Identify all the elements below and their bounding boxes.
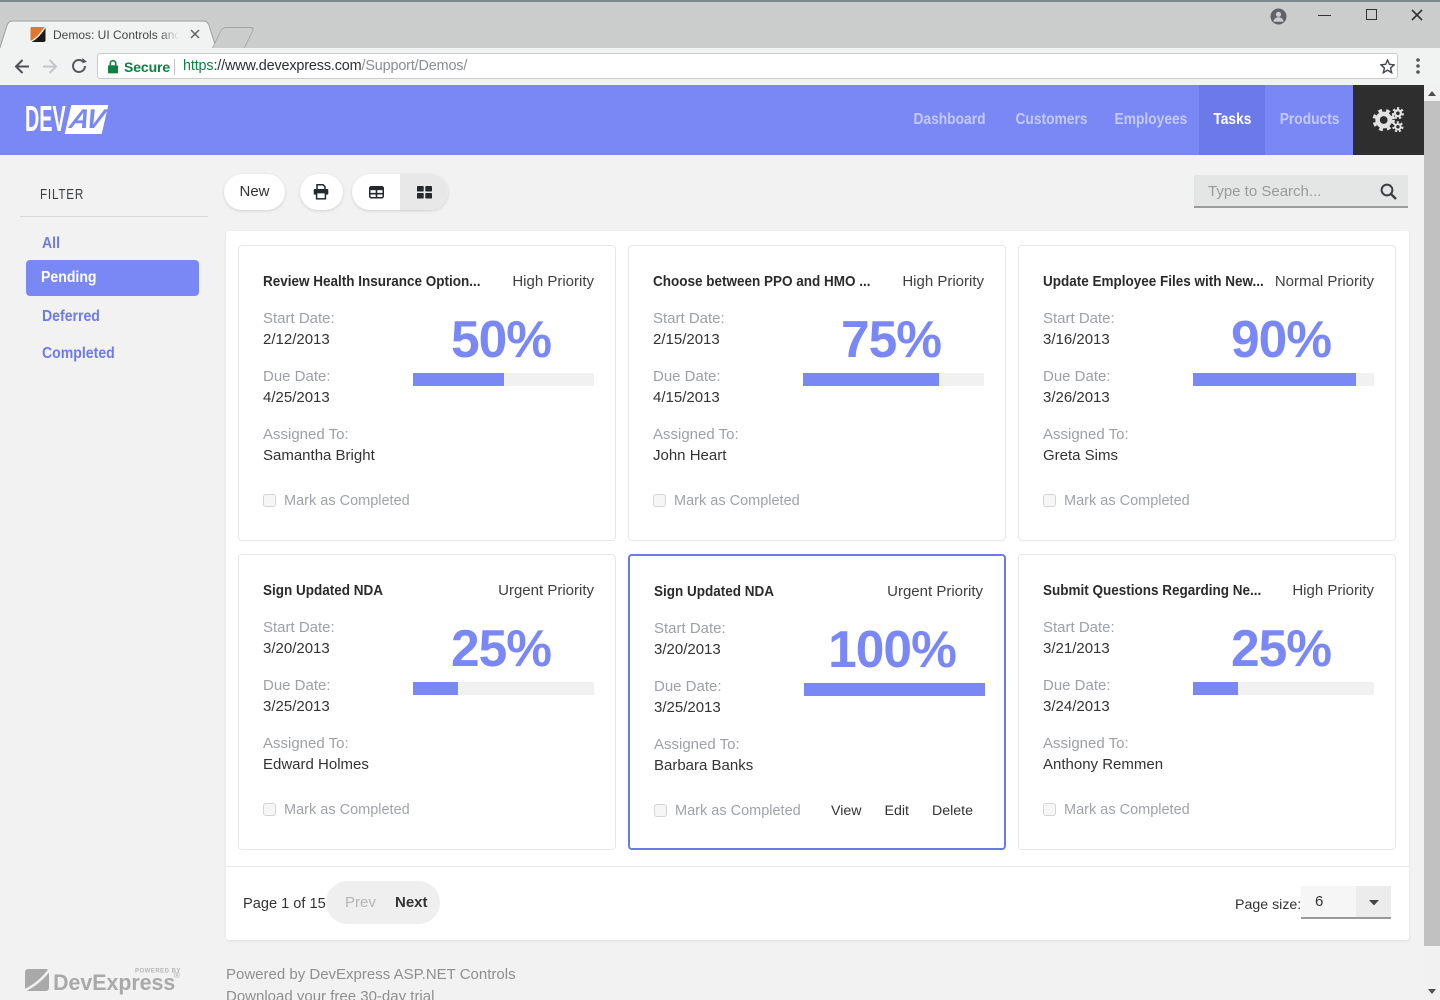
svg-text:POWERED BY: POWERED BY bbox=[135, 969, 181, 975]
